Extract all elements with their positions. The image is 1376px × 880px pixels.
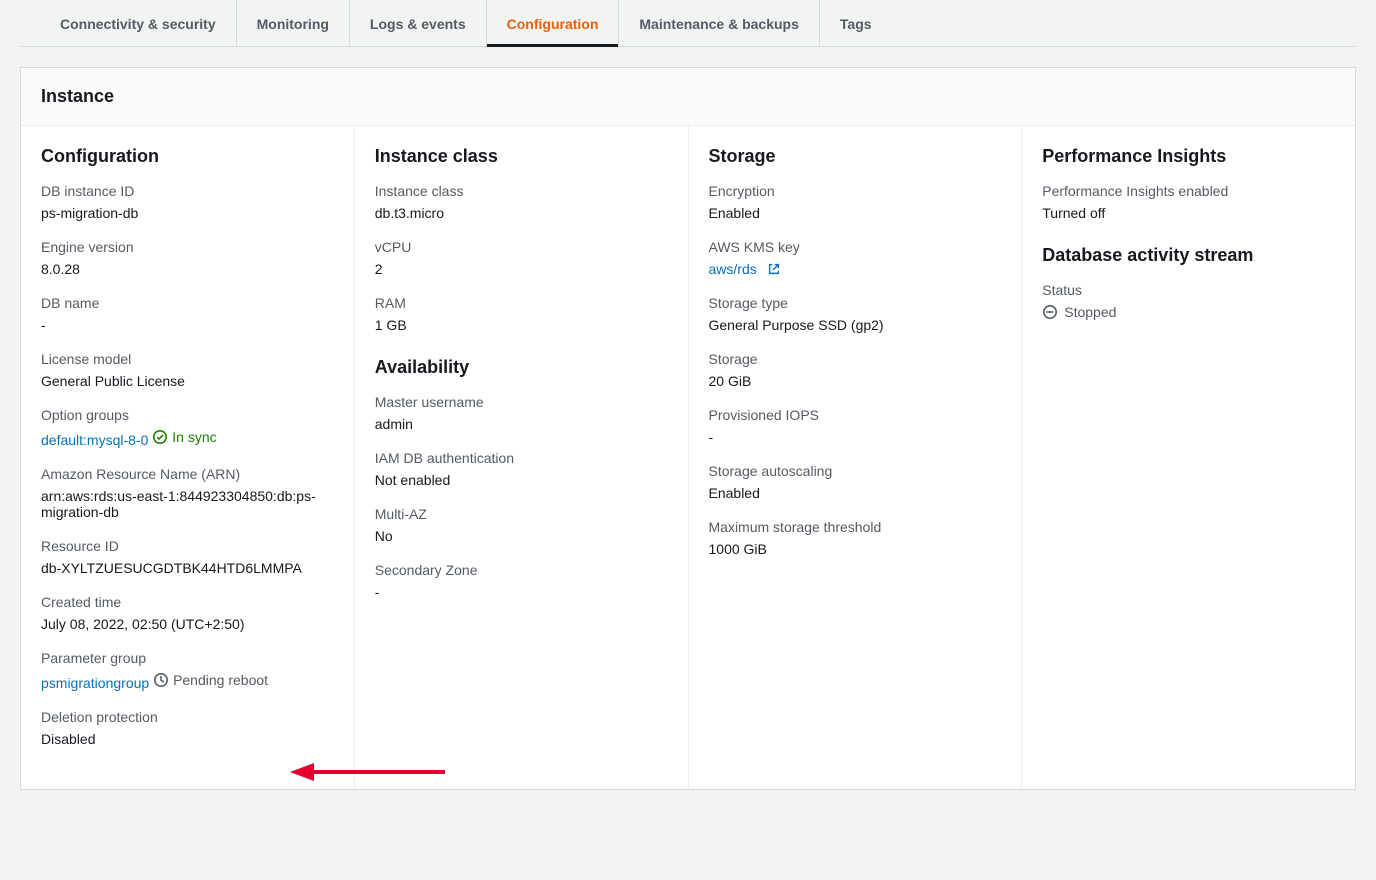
label-encryption: Encryption xyxy=(709,183,1002,199)
label-db-name: DB name xyxy=(41,295,334,311)
value-encryption: Enabled xyxy=(709,205,1002,221)
value-ram: 1 GB xyxy=(375,317,668,333)
label-parameter-group: Parameter group xyxy=(41,650,334,666)
value-storage-autoscaling: Enabled xyxy=(709,485,1002,501)
label-deletion-protection: Deletion protection xyxy=(41,709,334,725)
label-master-username: Master username xyxy=(375,394,668,410)
value-vcpu: 2 xyxy=(375,261,668,277)
value-deletion-protection: Disabled xyxy=(41,731,334,747)
stopped-icon xyxy=(1042,304,1058,320)
value-activity-status: Stopped xyxy=(1042,304,1116,320)
value-resource-id: db-XYLTZUESUCGDTBK44HTD6LMMPA xyxy=(41,560,334,576)
label-perf-insights-enabled: Performance Insights enabled xyxy=(1042,183,1335,199)
label-max-storage-threshold: Maximum storage threshold xyxy=(709,519,1002,535)
value-instance-class: db.t3.micro xyxy=(375,205,668,221)
value-storage: 20 GiB xyxy=(709,373,1002,389)
link-option-group[interactable]: default:mysql-8-0 xyxy=(41,432,148,448)
link-parameter-group[interactable]: psmigrationgroup xyxy=(41,675,149,691)
col-configuration: Configuration DB instance ID ps-migratio… xyxy=(21,126,355,789)
link-kms-key[interactable]: aws/rds xyxy=(709,261,757,277)
tab-logs[interactable]: Logs & events xyxy=(350,0,487,46)
tab-monitoring[interactable]: Monitoring xyxy=(237,0,350,46)
col-storage: Storage Encryption Enabled AWS KMS key a… xyxy=(689,126,1023,789)
value-storage-type: General Purpose SSD (gp2) xyxy=(709,317,1002,333)
status-parameter-group: Pending reboot xyxy=(153,672,268,688)
panel-header: Instance xyxy=(21,68,1355,126)
label-storage-type: Storage type xyxy=(709,295,1002,311)
status-option-group: In sync xyxy=(152,429,216,445)
label-activity-status: Status xyxy=(1042,282,1335,298)
col-performance: Performance Insights Performance Insight… xyxy=(1022,126,1355,789)
label-engine-version: Engine version xyxy=(41,239,334,255)
value-master-username: admin xyxy=(375,416,668,432)
value-max-storage-threshold: 1000 GiB xyxy=(709,541,1002,557)
value-db-name: - xyxy=(41,317,334,333)
section-title-performance: Performance Insights xyxy=(1042,146,1335,167)
tab-connectivity[interactable]: Connectivity & security xyxy=(40,0,237,46)
value-multi-az: No xyxy=(375,528,668,544)
status-parameter-group-text: Pending reboot xyxy=(173,672,268,688)
label-iam-auth: IAM DB authentication xyxy=(375,450,668,466)
tab-configuration[interactable]: Configuration xyxy=(487,0,620,46)
value-secondary-zone: - xyxy=(375,584,668,600)
label-provisioned-iops: Provisioned IOPS xyxy=(709,407,1002,423)
value-arn: arn:aws:rds:us-east-1:844923304850:db:ps… xyxy=(41,488,334,520)
clock-icon xyxy=(153,672,169,688)
tab-maintenance[interactable]: Maintenance & backups xyxy=(619,0,820,46)
label-secondary-zone: Secondary Zone xyxy=(375,562,668,578)
label-storage-autoscaling: Storage autoscaling xyxy=(709,463,1002,479)
label-kms-key: AWS KMS key xyxy=(709,239,1002,255)
instance-panel: Instance Configuration DB instance ID ps… xyxy=(20,67,1356,790)
value-license-model: General Public License xyxy=(41,373,334,389)
external-link-icon xyxy=(767,262,781,276)
label-multi-az: Multi-AZ xyxy=(375,506,668,522)
tab-tags[interactable]: Tags xyxy=(820,0,892,46)
section-title-activity-stream: Database activity stream xyxy=(1042,245,1335,266)
label-instance-class: Instance class xyxy=(375,183,668,199)
label-db-instance-id: DB instance ID xyxy=(41,183,334,199)
label-created-time: Created time xyxy=(41,594,334,610)
check-circle-icon xyxy=(152,429,168,445)
value-perf-insights-enabled: Turned off xyxy=(1042,205,1335,221)
value-created-time: July 08, 2022, 02:50 (UTC+2:50) xyxy=(41,616,334,632)
value-engine-version: 8.0.28 xyxy=(41,261,334,277)
value-db-instance-id: ps-migration-db xyxy=(41,205,334,221)
label-vcpu: vCPU xyxy=(375,239,668,255)
label-option-groups: Option groups xyxy=(41,407,334,423)
section-title-configuration: Configuration xyxy=(41,146,334,167)
value-iam-auth: Not enabled xyxy=(375,472,668,488)
status-option-group-text: In sync xyxy=(172,429,216,445)
panel-title: Instance xyxy=(41,86,1335,107)
value-provisioned-iops: - xyxy=(709,429,1002,445)
section-title-storage: Storage xyxy=(709,146,1002,167)
label-resource-id: Resource ID xyxy=(41,538,334,554)
section-title-instance-class: Instance class xyxy=(375,146,668,167)
label-storage: Storage xyxy=(709,351,1002,367)
col-instance-class: Instance class Instance class db.t3.micr… xyxy=(355,126,689,789)
section-title-availability: Availability xyxy=(375,357,668,378)
label-ram: RAM xyxy=(375,295,668,311)
tabs-bar: Connectivity & security Monitoring Logs … xyxy=(20,0,1356,47)
value-activity-status-text: Stopped xyxy=(1064,304,1116,320)
label-license-model: License model xyxy=(41,351,334,367)
label-arn: Amazon Resource Name (ARN) xyxy=(41,466,334,482)
